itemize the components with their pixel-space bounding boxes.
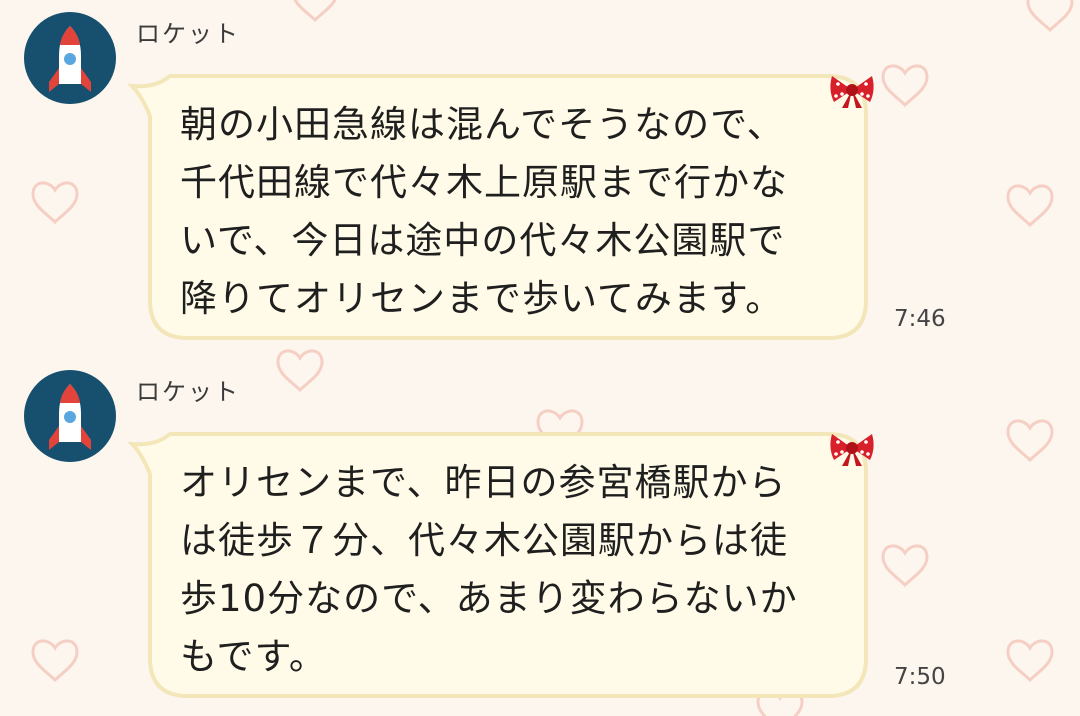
sender-name: ロケット (136, 20, 240, 48)
heart-icon (31, 181, 79, 224)
heart-icon (1006, 419, 1054, 462)
heart-icon (1026, 0, 1074, 32)
sender-name: ロケット (136, 378, 240, 406)
heart-icon (881, 64, 929, 107)
avatar[interactable] (24, 12, 116, 104)
ribbon-icon (830, 434, 874, 466)
heart-icon (881, 544, 929, 587)
ribbon-icon (830, 76, 874, 108)
message-bubble[interactable]: 朝の小田急線は混んでそうなので、 千代田線で代々木上原駅まで行かな いで、今日は… (128, 72, 874, 342)
message-bubble[interactable]: オリセンまで、昨日の参宮橋駅から は徒歩７分、代々木公園駅からは徒 歩10分なの… (128, 430, 874, 700)
message-text: オリセンまで、昨日の参宮橋駅から は徒歩７分、代々木公園駅からは徒 歩10分なの… (180, 461, 798, 678)
rocket-icon (49, 384, 91, 450)
avatar[interactable] (24, 370, 116, 462)
heart-icon (31, 639, 79, 682)
rocket-icon (49, 26, 91, 92)
heart-icon (1006, 639, 1054, 682)
message-time: 7:50 (894, 664, 946, 690)
heart-icon (1006, 184, 1054, 227)
message-text: 朝の小田急線は混んでそうなので、 千代田線で代々木上原駅まで行かな いで、今日は… (180, 103, 788, 320)
message-time: 7:46 (894, 306, 946, 332)
heart-icon (276, 349, 324, 392)
heart-icon (291, 0, 339, 22)
